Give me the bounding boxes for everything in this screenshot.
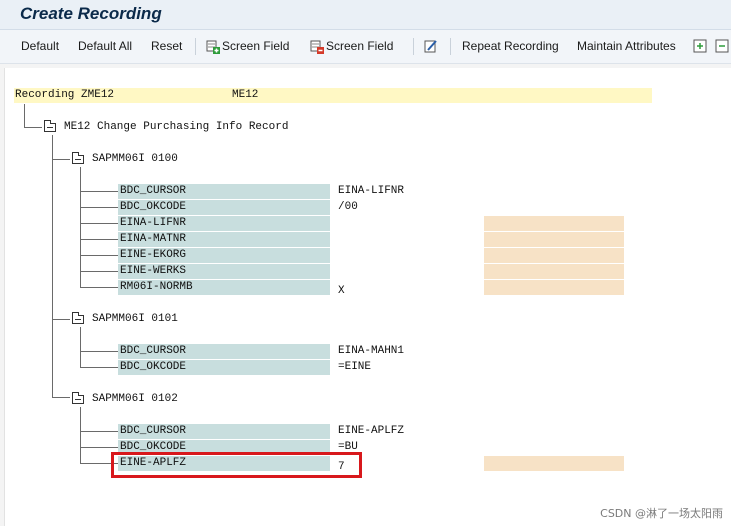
field-value: /00 [338, 201, 358, 213]
folder-icon [72, 152, 84, 164]
screen-node[interactable]: SAPMM06I 0100 [92, 153, 178, 165]
field-name: BDC_CURSOR [120, 425, 187, 437]
tree-line [80, 271, 118, 272]
tree-line [52, 135, 53, 397]
repeat-recording-button[interactable]: Repeat Recording [462, 39, 559, 53]
edit-pencil-icon [424, 39, 437, 53]
tree-line [52, 397, 70, 398]
screen-node[interactable]: SAPMM06I 0101 [92, 313, 178, 325]
tree-line [24, 104, 25, 128]
field-value-input[interactable]: X [337, 280, 477, 297]
tree-line [80, 327, 81, 368]
field-extra-input[interactable] [484, 232, 624, 247]
recording-name: Recording ZME12 [15, 89, 115, 101]
transaction-node[interactable]: ME12 Change Purchasing Info Record [64, 121, 288, 133]
field-name: RM06I-NORMB [120, 281, 193, 293]
field-value-input[interactable] [337, 264, 477, 279]
tree-line [52, 159, 70, 160]
folder-icon [44, 120, 56, 132]
tree-line [80, 207, 118, 208]
field-name: BDC_OKCODE [120, 361, 187, 373]
field-name: EINA-LIFNR [120, 217, 187, 229]
default-all-button[interactable]: Default All [78, 39, 132, 53]
field-name: EINE-WERKS [120, 265, 187, 277]
field-value: =EINE [338, 361, 372, 373]
tree-line [24, 127, 42, 128]
toolbar-separator [195, 38, 196, 55]
field-name: BDC_CURSOR [120, 345, 187, 357]
tree-line [80, 287, 118, 288]
toolbar-separator [450, 38, 451, 55]
edit-button[interactable] [424, 39, 437, 53]
field-value: EINA-MAHN1 [338, 345, 405, 357]
field-value-input[interactable] [337, 248, 477, 263]
collapse-icon-button[interactable] [715, 39, 729, 53]
delete-field-icon [310, 40, 324, 54]
insert-screen-field-label: Screen Field [222, 39, 290, 53]
recording-tcode: ME12 [232, 89, 259, 101]
field-extra-input[interactable] [484, 264, 624, 279]
insert-field-icon [206, 40, 220, 54]
tree-line [80, 407, 81, 464]
field-extra-input[interactable] [484, 216, 624, 231]
field-extra-input[interactable] [484, 280, 624, 295]
field-value-input[interactable] [337, 232, 477, 247]
expand-tree-icon [693, 39, 707, 53]
reset-button[interactable]: Reset [151, 39, 182, 53]
tree-line [80, 191, 118, 192]
field-name: BDC_CURSOR [120, 185, 187, 197]
tree-line [80, 367, 118, 368]
field-value: EINA-LIFNR [338, 185, 405, 197]
folder-icon [72, 312, 84, 324]
expand-icon-button[interactable] [693, 39, 707, 53]
field-extra-input[interactable] [484, 456, 624, 471]
collapse-tree-icon [715, 39, 729, 53]
field-name: BDC_OKCODE [120, 201, 187, 213]
window-title: Create Recording [20, 4, 162, 23]
tree-line [80, 239, 118, 240]
watermark: CSDN @淋了一场太阳雨 [600, 507, 723, 520]
insert-screen-field-button[interactable]: Screen Field [206, 39, 290, 54]
tree-line [80, 447, 118, 448]
application-toolbar: Default Default All Reset Screen Field S… [0, 30, 731, 64]
tree-line [80, 351, 118, 352]
tree-line [80, 167, 81, 288]
tree-line [80, 431, 118, 432]
tree-line [80, 223, 118, 224]
tree-line [52, 319, 70, 320]
field-extra-input[interactable] [484, 248, 624, 263]
toolbar-separator [413, 38, 414, 55]
maintain-attributes-button[interactable]: Maintain Attributes [577, 39, 676, 53]
default-button[interactable]: Default [21, 39, 59, 53]
highlight-annotation [111, 452, 362, 478]
title-bar: Create Recording [0, 0, 731, 30]
field-value: EINE-APLFZ [338, 425, 405, 437]
field-name: EINE-EKORG [120, 249, 187, 261]
field-name: EINA-MATNR [120, 233, 187, 245]
field-value: X [338, 285, 345, 297]
field-value-input[interactable] [337, 216, 477, 231]
folder-icon [72, 392, 84, 404]
screen-node[interactable]: SAPMM06I 0102 [92, 393, 178, 405]
delete-screen-field-label: Screen Field [326, 39, 394, 53]
delete-screen-field-button[interactable]: Screen Field [310, 39, 394, 54]
tree-line [80, 255, 118, 256]
